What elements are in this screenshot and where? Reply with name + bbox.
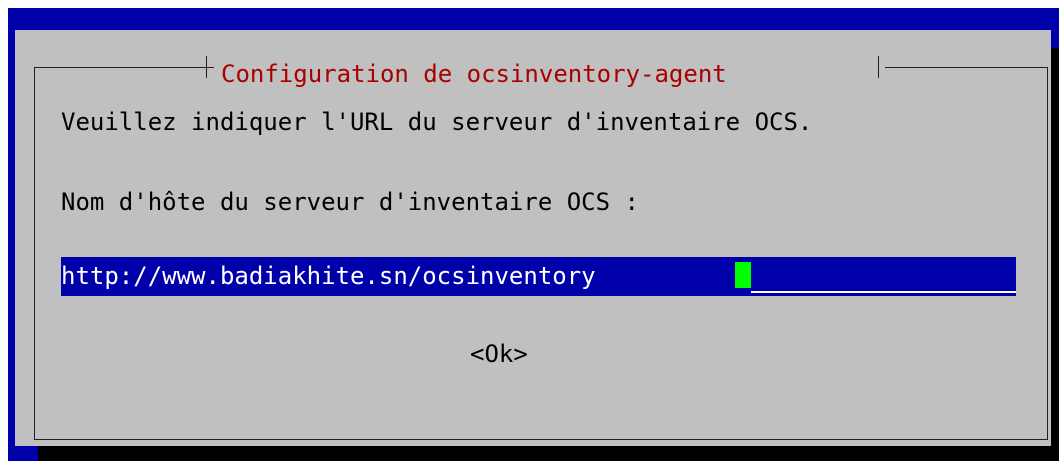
hostname-input[interactable]: http://www.badiakhite.sn/ocsinventory xyxy=(61,257,1016,296)
configuration-dialog: Configuration de ocsinventory-agent Veui… xyxy=(15,30,1051,446)
dialog-shadow-bottom xyxy=(38,446,1059,461)
dialog-shadow-right xyxy=(1051,48,1059,461)
dialog-frame-left xyxy=(34,67,35,439)
input-underline xyxy=(751,291,1016,293)
title-bracket-right xyxy=(878,56,879,78)
dialog-prompt: Veuillez indiquer l'URL du serveur d'inv… xyxy=(61,108,813,136)
dialog-title: Configuration de ocsinventory-agent xyxy=(221,60,727,88)
dialog-frame-bottom xyxy=(34,439,1048,440)
hostname-input-value: http://www.badiakhite.sn/ocsinventory xyxy=(61,262,596,290)
dialog-frame-right xyxy=(1047,67,1048,440)
dialog-frame-top-left xyxy=(34,67,214,68)
hostname-field-label: Nom d'hôte du serveur d'inventaire OCS : xyxy=(61,188,639,216)
ok-button[interactable]: <Ok> xyxy=(470,340,528,368)
title-bracket-left xyxy=(206,56,207,78)
text-cursor xyxy=(735,262,751,288)
terminal-screen: Configuration de ocsinventory-agent Veui… xyxy=(8,8,1059,461)
dialog-frame-top-right xyxy=(885,67,1048,68)
